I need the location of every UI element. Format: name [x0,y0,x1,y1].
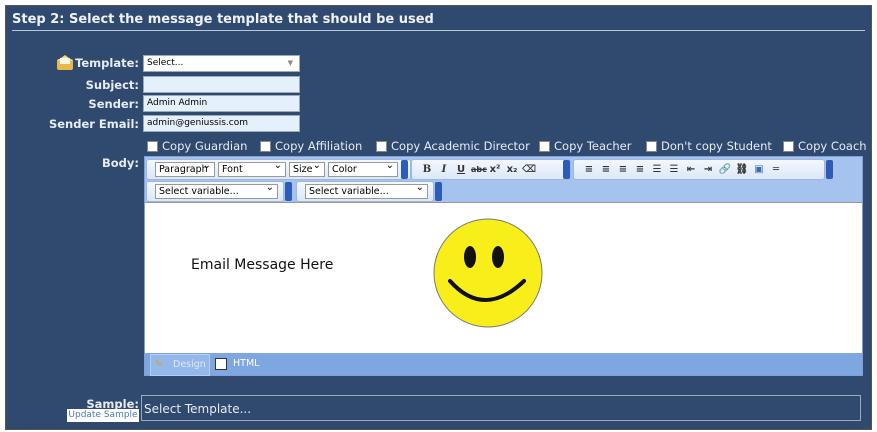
align-left-icon[interactable]: ≡ [582,164,596,175]
sender-email-label: Sender Email: [48,117,139,131]
variable-toolbar-1: Select variable... [146,181,284,202]
color-dropdown[interactable]: Color [328,159,398,177]
toolbar-grip[interactable] [563,160,570,179]
strikethrough-icon[interactable]: abc [471,165,487,174]
variable-dropdown-2[interactable]: Select variable... [305,181,428,199]
copy-academic-director-checkbox[interactable]: Copy Academic Director [376,139,530,153]
copy-teacher-checkbox[interactable]: Copy Teacher [539,139,631,153]
step-title: Step 2: Select the message template that… [12,12,434,27]
toolbar-grip[interactable] [435,182,442,201]
toolbar-grip[interactable] [401,160,408,179]
email-message-text: Email Message Here [191,257,334,273]
sender-email-input[interactable]: admin@geniussis.com [143,115,300,132]
editor-content[interactable]: Email Message Here [145,202,862,353]
divider [12,30,865,31]
design-icon: ✎ [155,359,163,370]
tab-html[interactable]: HTML [211,354,261,374]
align-center-icon[interactable]: ≡ [616,164,630,175]
italic-icon[interactable]: I [437,164,451,175]
smiley-face-image [433,218,543,328]
variable-dropdown-1[interactable]: Select variable... [155,181,278,199]
paragraph-dropdown[interactable]: Paragraph [155,159,215,177]
bold-icon[interactable]: B [420,164,434,175]
paragraph-toolbar: ≡ ≡ ≡ ≡ ☰ ☰ ⇤ ⇥ 🔗 ⛓ ▣ ═ [573,159,825,180]
format-toolbar: Paragraph Font Size Color [146,159,411,180]
outdent-icon[interactable]: ⇤ [684,164,698,175]
justify-icon[interactable]: ≡ [633,164,647,175]
eraser-icon[interactable]: ⌫ [522,164,536,175]
horizontal-rule-icon[interactable]: ═ [769,164,783,175]
toolbar-grip[interactable] [285,182,292,201]
link-icon[interactable]: 🔗 [718,164,732,175]
sender-input[interactable]: Admin Admin [143,95,300,112]
dont-copy-student-checkbox[interactable]: Don't copy Student [646,139,772,153]
sample-preview: Select Template... [141,395,861,421]
variable-toolbar-2: Select variable... [296,181,434,202]
envelope-icon [57,55,73,70]
copy-guardian-checkbox[interactable]: Copy Guardian [147,139,247,153]
style-toolbar: B I U abc x² x₂ ⌫ [411,159,571,180]
rich-text-editor: Paragraph Font Size Color B I U abc x² x… [144,156,863,376]
size-dropdown[interactable]: Size [289,159,325,177]
subject-label: Subject: [85,78,139,92]
update-sample-button[interactable]: Update Sample [67,409,139,422]
image-icon[interactable]: ▣ [752,164,766,175]
bullet-list-icon[interactable]: ☰ [650,164,664,175]
sender-label: Sender: [88,97,139,111]
html-icon [215,358,227,370]
superscript-icon[interactable]: x² [488,164,502,175]
underline-icon[interactable]: U [454,164,468,175]
step-panel: Step 2: Select the message template that… [5,5,872,430]
subject-input[interactable] [143,76,300,93]
font-dropdown[interactable]: Font [218,159,286,177]
editor-mode-tabs: ✎ Design HTML [145,353,862,376]
numbered-list-icon[interactable]: ☰ [667,164,681,175]
indent-icon[interactable]: ⇥ [701,164,715,175]
toolbar-grip[interactable] [826,160,833,179]
align-right-icon[interactable]: ≡ [599,164,613,175]
template-label: Template: [75,56,139,70]
subscript-icon[interactable]: x₂ [505,164,519,175]
copy-coach-checkbox[interactable]: Copy Coach [783,139,867,153]
tab-design[interactable]: ✎ Design [150,354,210,376]
unlink-icon[interactable]: ⛓ [735,164,749,175]
copy-affiliation-checkbox[interactable]: Copy Affiliation [260,139,362,153]
body-label: Body: [102,156,139,170]
template-select[interactable]: Select... ▼ [143,55,300,72]
